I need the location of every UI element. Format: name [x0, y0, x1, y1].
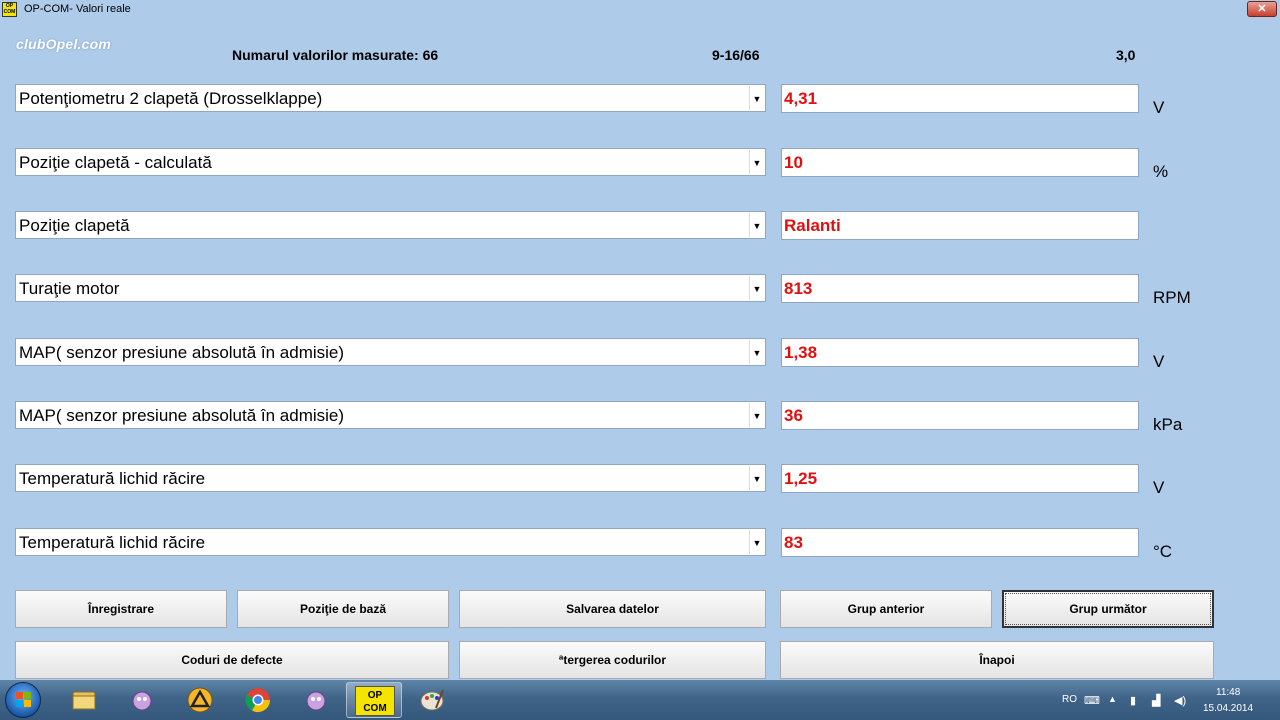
parameter-select[interactable]: MAP( senzor presiune absolută în admisie…: [15, 401, 766, 429]
value-field: 1,38: [781, 338, 1139, 367]
parameter-row: Poziţie clapetă - calculată ▼ 10 %: [0, 148, 1280, 181]
window-title: OP-COM- Valori reale: [24, 3, 131, 15]
taskbar-opcom[interactable]: OP COM: [346, 682, 402, 718]
parameter-select[interactable]: Temperatură lichid răcire ▼: [15, 528, 766, 556]
parameter-row: Temperatură lichid răcire ▼ 1,25 V: [0, 464, 1280, 497]
parameter-row: MAP( senzor presiune absolută în admisie…: [0, 401, 1280, 434]
parameter-select-value: Potenţiometru 2 clapetă (Drosselklappe): [19, 89, 323, 108]
parameter-select[interactable]: Poziţie clapetă ▼: [15, 211, 766, 239]
volume-icon[interactable]: ◀): [1174, 694, 1186, 707]
title-bar: OP COM OP-COM- Valori reale ✕: [0, 0, 1280, 20]
taskbar: OP COM RO ⌨ ▲ ▮ ▟ ◀) 11:48 15.04.2014: [0, 680, 1280, 720]
taskbar-app-2[interactable]: [172, 682, 228, 718]
chat-icon: [306, 691, 326, 711]
keyboard-icon[interactable]: ⌨: [1084, 694, 1100, 707]
chevron-down-icon[interactable]: ▼: [749, 150, 764, 174]
value-field: 1,25: [781, 464, 1139, 493]
parameter-row: Poziţie clapetă ▼ Ralanti: [0, 211, 1280, 241]
chevron-down-icon[interactable]: ▼: [749, 86, 764, 110]
value-field: 4,31: [781, 84, 1139, 113]
parameter-row: Temperatură lichid răcire ▼ 83 °C: [0, 528, 1280, 561]
taskbar-paint[interactable]: [404, 682, 460, 718]
unit-label: V: [1153, 98, 1165, 117]
save-data-button[interactable]: Salvarea datelor: [459, 590, 766, 628]
unit-label: V: [1153, 352, 1165, 371]
parameter-select[interactable]: MAP( senzor presiune absolută în admisie…: [15, 338, 766, 366]
value-field: 813: [781, 274, 1139, 303]
opcom-label: COM: [363, 703, 387, 714]
value-text: 83: [784, 533, 803, 552]
opcom-app-icon: OP COM: [2, 2, 17, 17]
taskbar-app-1[interactable]: [114, 682, 170, 718]
chevron-down-icon[interactable]: ▼: [749, 276, 764, 300]
clock-date[interactable]: 15.04.2014: [1203, 703, 1253, 714]
parameter-select-value: Poziţie clapetă - calculată: [19, 153, 212, 172]
parameter-row: Potenţiometru 2 clapetă (Drosselklappe) …: [0, 84, 1280, 117]
next-group-button[interactable]: Grup următor: [1002, 590, 1214, 628]
parameter-select[interactable]: Potenţiometru 2 clapetă (Drosselklappe) …: [15, 84, 766, 112]
version-label: 3,0: [1116, 47, 1136, 63]
parameter-select-value: MAP( senzor presiune absolută în admisie…: [19, 343, 345, 362]
show-hidden-icons-icon[interactable]: ▲: [1108, 694, 1117, 704]
record-button[interactable]: Înregistrare: [15, 590, 227, 628]
value-text: 4,31: [784, 89, 818, 108]
value-text: Ralanti: [784, 216, 841, 235]
unit-label: kPa: [1153, 415, 1183, 434]
previous-group-button[interactable]: Grup anterior: [780, 590, 992, 628]
alert-triangle-icon: [187, 687, 213, 713]
unit-label: °C: [1153, 542, 1173, 561]
chevron-down-icon[interactable]: ▼: [749, 340, 764, 364]
value-text: 36: [784, 406, 803, 425]
clubopel-logo: clubOpel.com: [16, 36, 111, 52]
chevron-down-icon[interactable]: ▼: [749, 403, 764, 427]
fault-codes-button[interactable]: Coduri de defecte: [15, 641, 449, 679]
paint-palette-icon: [420, 689, 444, 711]
value-field: 10: [781, 148, 1139, 177]
value-field: 36: [781, 401, 1139, 430]
value-range: 9-16/66: [712, 47, 760, 63]
parameter-row: Turaţie motor ▼ 813 RPM: [0, 274, 1280, 307]
clock-time[interactable]: 11:48: [1216, 687, 1240, 698]
parameter-select-value: Temperatură lichid răcire: [19, 533, 206, 552]
unit-label: RPM: [1153, 288, 1191, 307]
value-text: 1,25: [784, 469, 818, 488]
start-button[interactable]: [5, 682, 41, 718]
parameter-select[interactable]: Poziţie clapetă - calculată ▼: [15, 148, 766, 176]
opcom-label: OP: [367, 690, 383, 701]
chrome-icon: [245, 688, 270, 713]
value-field: Ralanti: [781, 211, 1139, 240]
close-button[interactable]: ✕: [1247, 1, 1277, 17]
unit-label: %: [1153, 162, 1169, 181]
value-field: 83: [781, 528, 1139, 557]
network-icon[interactable]: ▟: [1152, 694, 1160, 707]
opcom-icon: OP COM: [355, 686, 395, 716]
clear-codes-button[interactable]: ªtergerea codurilor: [459, 641, 766, 679]
value-text: 1,38: [784, 343, 818, 362]
chat-icon: [132, 691, 152, 711]
parameter-select[interactable]: Temperatură lichid răcire ▼: [15, 464, 766, 492]
parameter-select[interactable]: Turaţie motor ▼: [15, 274, 766, 302]
base-position-button[interactable]: Poziţie de bază: [237, 590, 449, 628]
back-button[interactable]: Înapoi: [780, 641, 1214, 679]
language-indicator[interactable]: RO: [1062, 694, 1077, 705]
battery-icon[interactable]: ▮: [1130, 694, 1136, 707]
taskbar-app-3[interactable]: [288, 682, 344, 718]
value-text: 813: [784, 279, 813, 298]
parameter-select-value: Turaţie motor: [19, 279, 120, 298]
parameter-select-value: Poziţie clapetă: [19, 216, 130, 235]
parameter-select-value: Temperatură lichid răcire: [19, 469, 206, 488]
value-text: 10: [784, 153, 803, 172]
unit-label: V: [1153, 478, 1165, 497]
chevron-down-icon[interactable]: ▼: [749, 213, 764, 237]
windows-logo-icon: [16, 692, 32, 708]
folder-icon: [72, 691, 96, 710]
chevron-down-icon[interactable]: ▼: [749, 466, 764, 490]
taskbar-explorer[interactable]: [56, 682, 112, 718]
parameter-row: MAP( senzor presiune absolută în admisie…: [0, 338, 1280, 371]
parameter-select-value: MAP( senzor presiune absolută în admisie…: [19, 406, 345, 425]
taskbar-chrome[interactable]: [230, 682, 286, 718]
measured-values-count: Numarul valorilor masurate: 66: [232, 47, 439, 63]
chevron-down-icon[interactable]: ▼: [749, 530, 764, 554]
